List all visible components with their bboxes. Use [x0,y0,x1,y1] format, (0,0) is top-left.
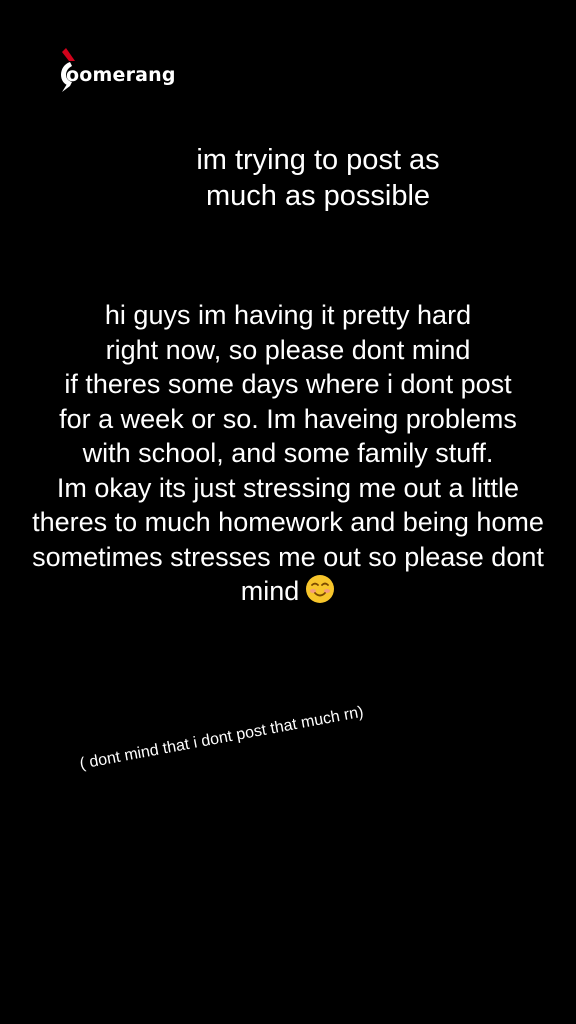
message-line: theres to much homework and being home [32,507,544,537]
message-line-last: mind [0,574,576,609]
message-line: with school, and some family stuff. [82,438,494,468]
message-line: if theres some days where i dont post [64,369,512,399]
boomerang-watermark: oomerang [54,44,176,94]
message-line: mind [240,576,300,606]
message-line: Im okay its just stressing me out a litt… [56,472,520,503]
watermark-text: oomerang [66,64,176,86]
message-line: for a week or so. Im haveing problems [59,403,517,434]
smiling-face-icon [306,575,335,603]
heading-line: much as possible [205,180,431,212]
side-note: ( dont mind that i dont post that much r… [78,703,365,773]
heading-line: im trying to post as [196,144,440,176]
message-line: right now, so please dont mind [105,334,471,365]
message-line: hi guys im having it pretty hard [104,300,472,330]
message-line: sometimes stresses me out so please dont [32,541,544,572]
message-text: hi guys im having it pretty hard right n… [0,298,576,609]
heading: im trying to post as much as possible [100,142,536,214]
